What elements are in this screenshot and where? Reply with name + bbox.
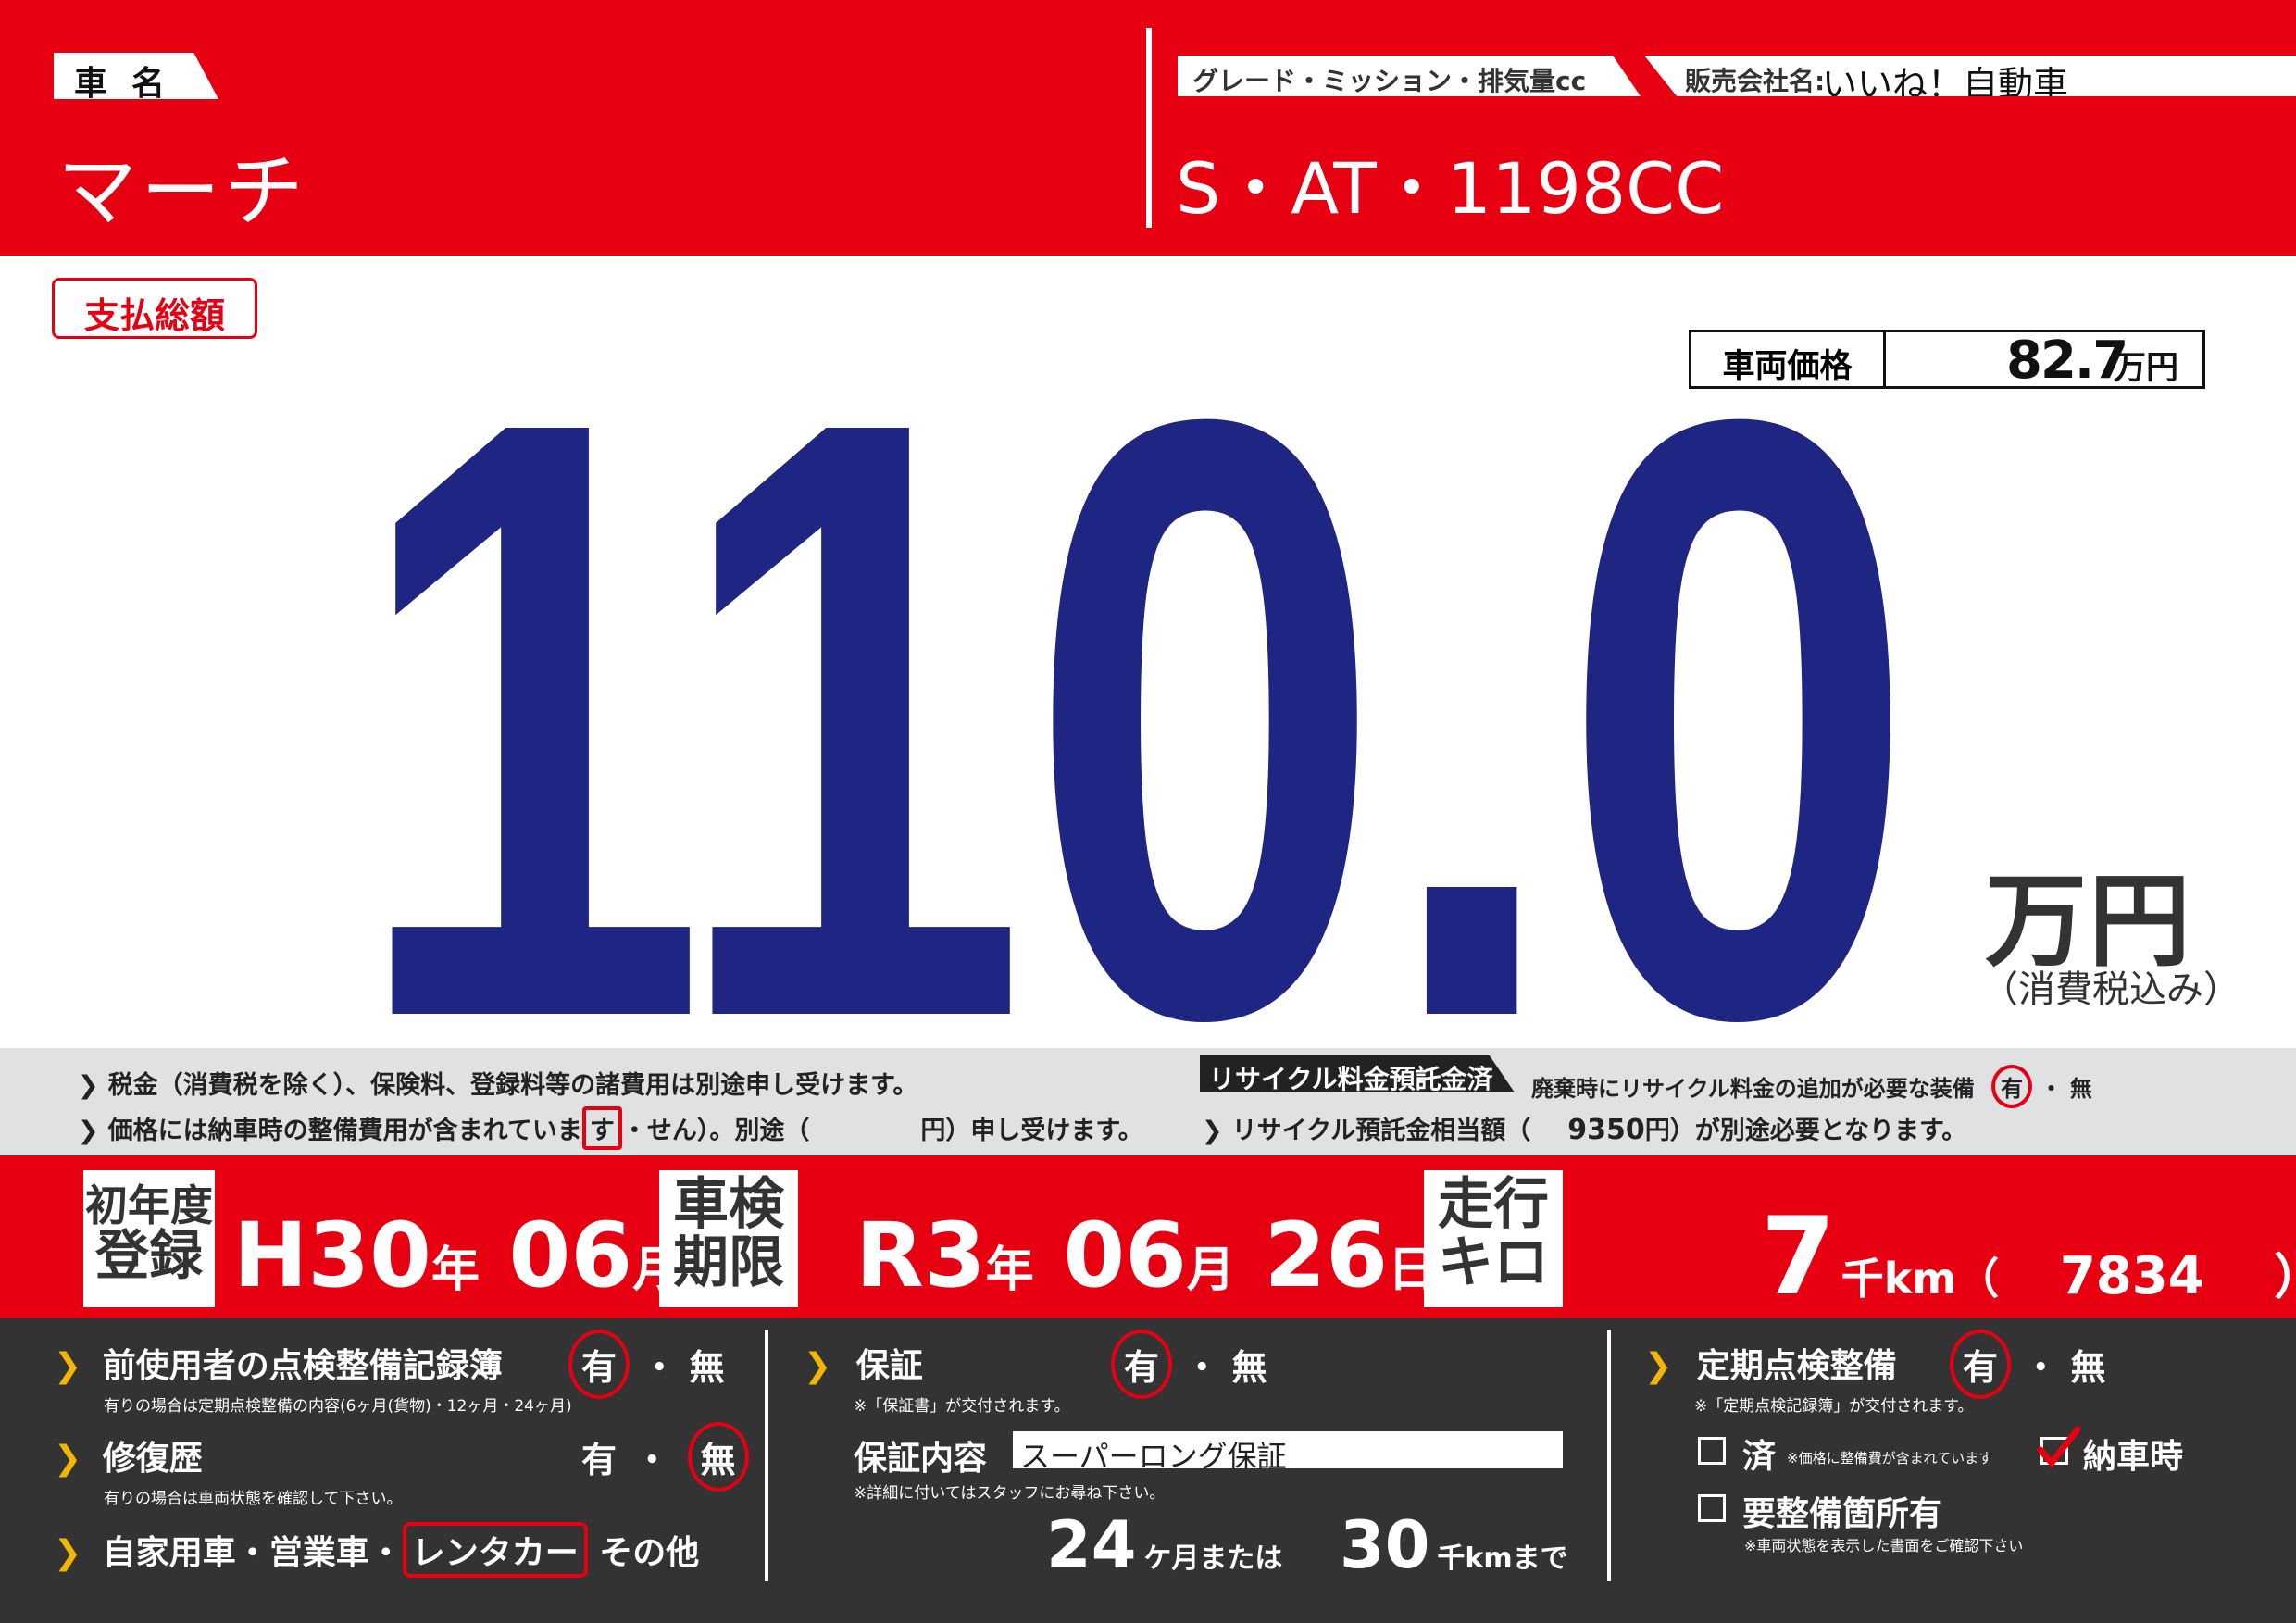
warranty-row: ❯ 保証 — [804, 1347, 923, 1385]
recycle-no: 無 — [2069, 1076, 2092, 1102]
repair-no-circled: 無 — [687, 1422, 749, 1492]
needs-maintenance-note: ※車両状態を表示した書面をご確認下さい — [1744, 1537, 2024, 1554]
done-checkbox[interactable] — [1698, 1437, 1726, 1465]
vehicle-price-unit: 万円 — [2114, 350, 2179, 387]
warranty-note: ※「保証書」が交付されます。 — [854, 1397, 1070, 1416]
records-yes-no: 有 ・ 無 — [568, 1330, 725, 1399]
warranty-period: 24 ケ月または 30 千kmまで — [1046, 1507, 1568, 1583]
periodic-yes-no: 有 ・ 無 — [1950, 1330, 2106, 1399]
warranty-yes-no: 有 ・ 無 — [1111, 1330, 1267, 1399]
done-label: 済 — [1742, 1438, 1777, 1476]
chevron-right-icon: ❯ — [1202, 1117, 1223, 1145]
warranty-yes-circled: 有 — [1111, 1330, 1173, 1399]
vehicle-usage-row: ❯ 自家用車・営業車・ レンタカー その他 — [54, 1522, 699, 1578]
chevron-right-icon: ❯ — [804, 1347, 832, 1385]
needs-maintenance-checkbox[interactable] — [1698, 1494, 1726, 1522]
repair-note: 有りの場合は車両状態を確認して下さい。 — [104, 1490, 403, 1508]
warranty-detail-note: ※詳細に付いてはスタッフにお尋ね下さい。 — [854, 1484, 1166, 1503]
car-name-label-tag: 車名 — [54, 53, 218, 99]
total-price-badge: 支払総額 — [52, 278, 257, 339]
total-price-value: 110.0 — [352, 243, 1916, 1065]
first-registration-label-box: 初年度 登録 — [83, 1170, 215, 1307]
car-name: マーチ — [57, 145, 307, 238]
recycle-deposit-tag: リサイクル料金預託金済 — [1200, 1055, 1515, 1092]
first-registration-date: H30年 06月 — [233, 1204, 681, 1307]
chevron-right-icon: ❯ — [54, 1534, 82, 1572]
dealer-label: 販売会社名: — [1685, 66, 1826, 96]
note-line-1: ❯ 税金（消費税を除く）、保険料、登録料等の諸費用は別途申し受けます。 — [78, 1071, 918, 1100]
repair-yes-no: 有 ・ 無 — [581, 1422, 749, 1492]
periodic-note: ※「定期点検記録簿」が交付されます。 — [1694, 1397, 1974, 1416]
vehicle-price-value: 82.7 — [2006, 331, 2128, 391]
inspection-expiry-date: R3年 06月 26日 — [855, 1204, 1437, 1307]
grade-label-tag: グレード・ミッション・排気量cc — [1178, 56, 1641, 96]
inspection-label-box: 車検 期限 — [659, 1170, 798, 1307]
total-price-text: 110.0 — [352, 243, 1916, 1065]
dealer-tag: 販売会社名: いいね！自動車 — [1644, 56, 2296, 96]
car-name-label: 車名 — [74, 65, 190, 103]
periodic-inspection-row: ❯ 定期点検整備 — [1644, 1347, 1897, 1385]
mileage-exact: 7834 — [2059, 1246, 2204, 1306]
selected-su-mark: す — [581, 1106, 622, 1150]
chevron-right-icon: ❯ — [54, 1440, 82, 1478]
recycle-amount: 9350 — [1567, 1114, 1645, 1146]
bottom-divider-2 — [1607, 1330, 1611, 1581]
chevron-right-icon: ❯ — [78, 1071, 99, 1100]
note-line-2: ❯ 価格には納車時の整備費用が含まれています・せん）。別途（ 円）申し受けます。 — [78, 1106, 1143, 1150]
maintenance-records-row: ❯ 前使用者の点検整備記録簿 — [54, 1347, 503, 1385]
recycle-amount-line: ❯ リサイクル預託金相当額（ 9350円）が別途必要となります。 — [1202, 1114, 1967, 1146]
total-price-label: 支払総額 — [83, 295, 225, 336]
chevron-right-icon: ❯ — [1644, 1347, 1673, 1385]
chevron-right-icon: ❯ — [54, 1347, 82, 1385]
done-note: ※価格に整備費が含まれています — [1787, 1450, 1993, 1467]
bottom-divider-1 — [765, 1330, 768, 1581]
chevron-right-icon: ❯ — [78, 1117, 99, 1145]
warranty-content-label: 保証内容 — [854, 1440, 988, 1478]
warranty-content-value: スーパーロング保証 — [1020, 1439, 1287, 1474]
records-yes-circled: 有 — [568, 1330, 630, 1399]
mileage-value: 7千km（ 7834 ） — [1761, 1194, 2296, 1319]
warranty-content-box: スーパーロング保証 — [1013, 1431, 1563, 1474]
delivery-label: 納車時 — [2083, 1438, 2184, 1476]
records-note: 有りの場合は定期点検整備の内容(6ヶ月(貨物)・12ヶ月・24ヶ月) — [104, 1397, 572, 1416]
checkmark-icon — [2037, 1426, 2081, 1468]
usage-rental-selected: レンタカー — [402, 1522, 588, 1578]
repair-history-row: ❯ 修復歴 — [54, 1440, 203, 1478]
mileage-label-box: 走行 キロ — [1424, 1170, 1563, 1307]
periodic-yes-circled: 有 — [1950, 1330, 2012, 1399]
needs-maintenance-label: 要整備箇所有 — [1742, 1495, 1943, 1533]
grade-label: グレード・ミッション・排気量cc — [1192, 66, 1587, 96]
recycle-deposit-label: リサイクル料金預託金済 — [1209, 1064, 1493, 1094]
recycle-equip-line: 廃棄時にリサイクル料金の追加が必要な装備 有 ・ 無 — [1531, 1065, 2092, 1108]
tax-included-note: （消費税込み） — [1981, 968, 2240, 1011]
recycle-yes-circled: 有 — [1991, 1065, 2033, 1108]
